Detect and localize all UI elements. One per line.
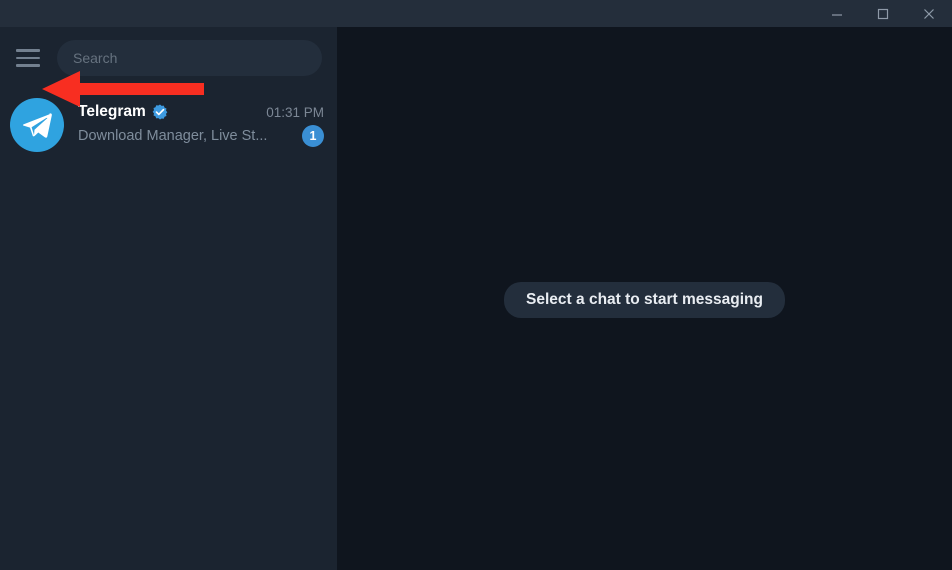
telegram-plane-icon	[23, 113, 52, 138]
close-icon	[924, 8, 934, 19]
window-titlebar	[0, 0, 952, 27]
chat-title: Telegram	[78, 103, 146, 120]
window-body: Telegram 01:31 PM Download Manager, Live…	[0, 27, 952, 570]
unread-count-badge: 1	[302, 125, 324, 147]
maximize-icon	[877, 8, 889, 19]
minimize-icon	[832, 13, 842, 16]
empty-state-message: Select a chat to start messaging	[504, 282, 785, 318]
chat-list: Telegram 01:31 PM Download Manager, Live…	[0, 89, 337, 570]
sidebar-search-row	[0, 27, 337, 89]
verified-badge-icon	[152, 104, 168, 120]
hamburger-menu-icon[interactable]	[11, 41, 45, 75]
search-field-wrapper[interactable]	[57, 40, 322, 76]
hamburger-line	[16, 49, 40, 52]
chat-item-content: Telegram 01:31 PM Download Manager, Live…	[78, 103, 324, 147]
chat-sidebar: Telegram 01:31 PM Download Manager, Live…	[0, 27, 337, 570]
chat-message-preview: Download Manager, Live St...	[78, 128, 268, 144]
close-button[interactable]	[906, 0, 952, 27]
chat-item-top-row: Telegram 01:31 PM	[78, 103, 324, 121]
avatar	[10, 98, 64, 152]
telegram-desktop-window: Telegram 01:31 PM Download Manager, Live…	[0, 0, 952, 570]
hamburger-line	[16, 56, 40, 60]
minimize-button[interactable]	[814, 0, 860, 27]
search-input[interactable]	[73, 50, 306, 66]
chat-item-bottom-row: Download Manager, Live St... 1	[78, 125, 324, 147]
maximize-button[interactable]	[860, 0, 906, 27]
conversation-panel: Select a chat to start messaging	[337, 27, 952, 570]
chat-timestamp: 01:31 PM	[266, 104, 324, 120]
hamburger-line	[16, 64, 40, 67]
chat-list-item-telegram[interactable]: Telegram 01:31 PM Download Manager, Live…	[0, 89, 337, 161]
